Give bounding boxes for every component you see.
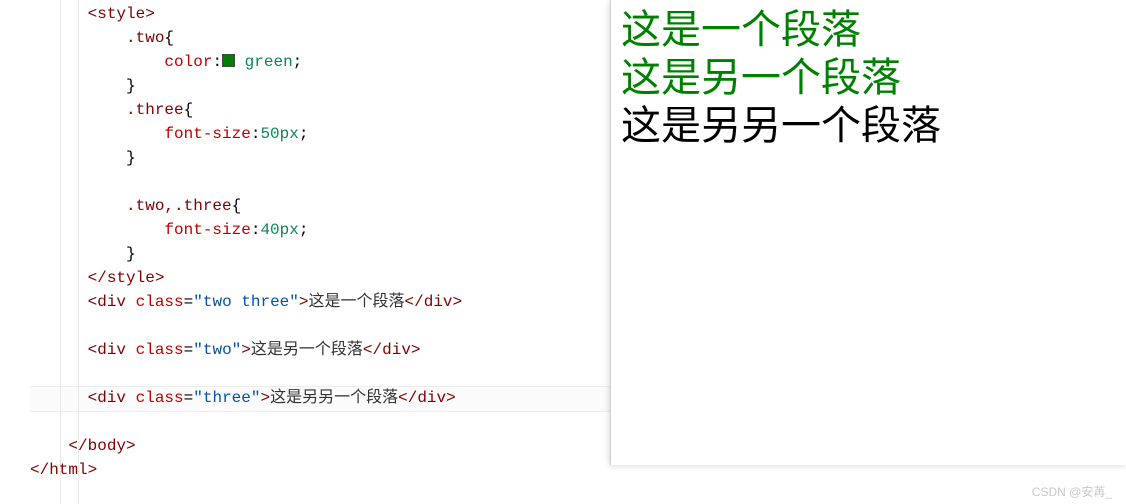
code-line[interactable]: [30, 314, 610, 338]
preview-paragraph-3: 这是另另一个段落: [621, 102, 1118, 150]
code-line[interactable]: </style>: [30, 266, 610, 290]
code-line[interactable]: color: green;: [30, 50, 610, 74]
code-line[interactable]: }: [30, 74, 610, 98]
code-line[interactable]: font-size:40px;: [30, 218, 610, 242]
watermark-text: CSDN @安苒_: [1032, 483, 1112, 500]
code-line[interactable]: [30, 362, 610, 386]
code-line[interactable]: </body>: [30, 434, 610, 458]
code-line[interactable]: <div class="two">这是另一个段落</div>: [30, 338, 610, 362]
color-swatch-icon: [222, 54, 235, 67]
code-line[interactable]: .three{: [30, 98, 610, 122]
code-line[interactable]: }: [30, 146, 610, 170]
code-line[interactable]: <div class="two three">这是一个段落</div>: [30, 290, 610, 314]
code-editor-pane: <style> .two{ color: green; } .three{ fo…: [0, 0, 610, 504]
preview-paragraph-1: 这是一个段落: [621, 6, 1118, 54]
code-line-highlighted[interactable]: <div class="three">这是另另一个段落</div>: [30, 386, 610, 410]
code-line[interactable]: <style>: [30, 2, 610, 26]
code-line[interactable]: </html>: [30, 458, 610, 482]
code-line[interactable]: .two,.three{: [30, 194, 610, 218]
code-line[interactable]: .two{: [30, 26, 610, 50]
code-line[interactable]: font-size:50px;: [30, 122, 610, 146]
preview-paragraph-2: 这是另一个段落: [621, 54, 1118, 102]
code-line[interactable]: }: [30, 242, 610, 266]
browser-preview-pane: 这是一个段落 这是另一个段落 这是另另一个段落: [610, 0, 1126, 465]
code-line[interactable]: [30, 410, 610, 434]
code-line[interactable]: [30, 170, 610, 194]
